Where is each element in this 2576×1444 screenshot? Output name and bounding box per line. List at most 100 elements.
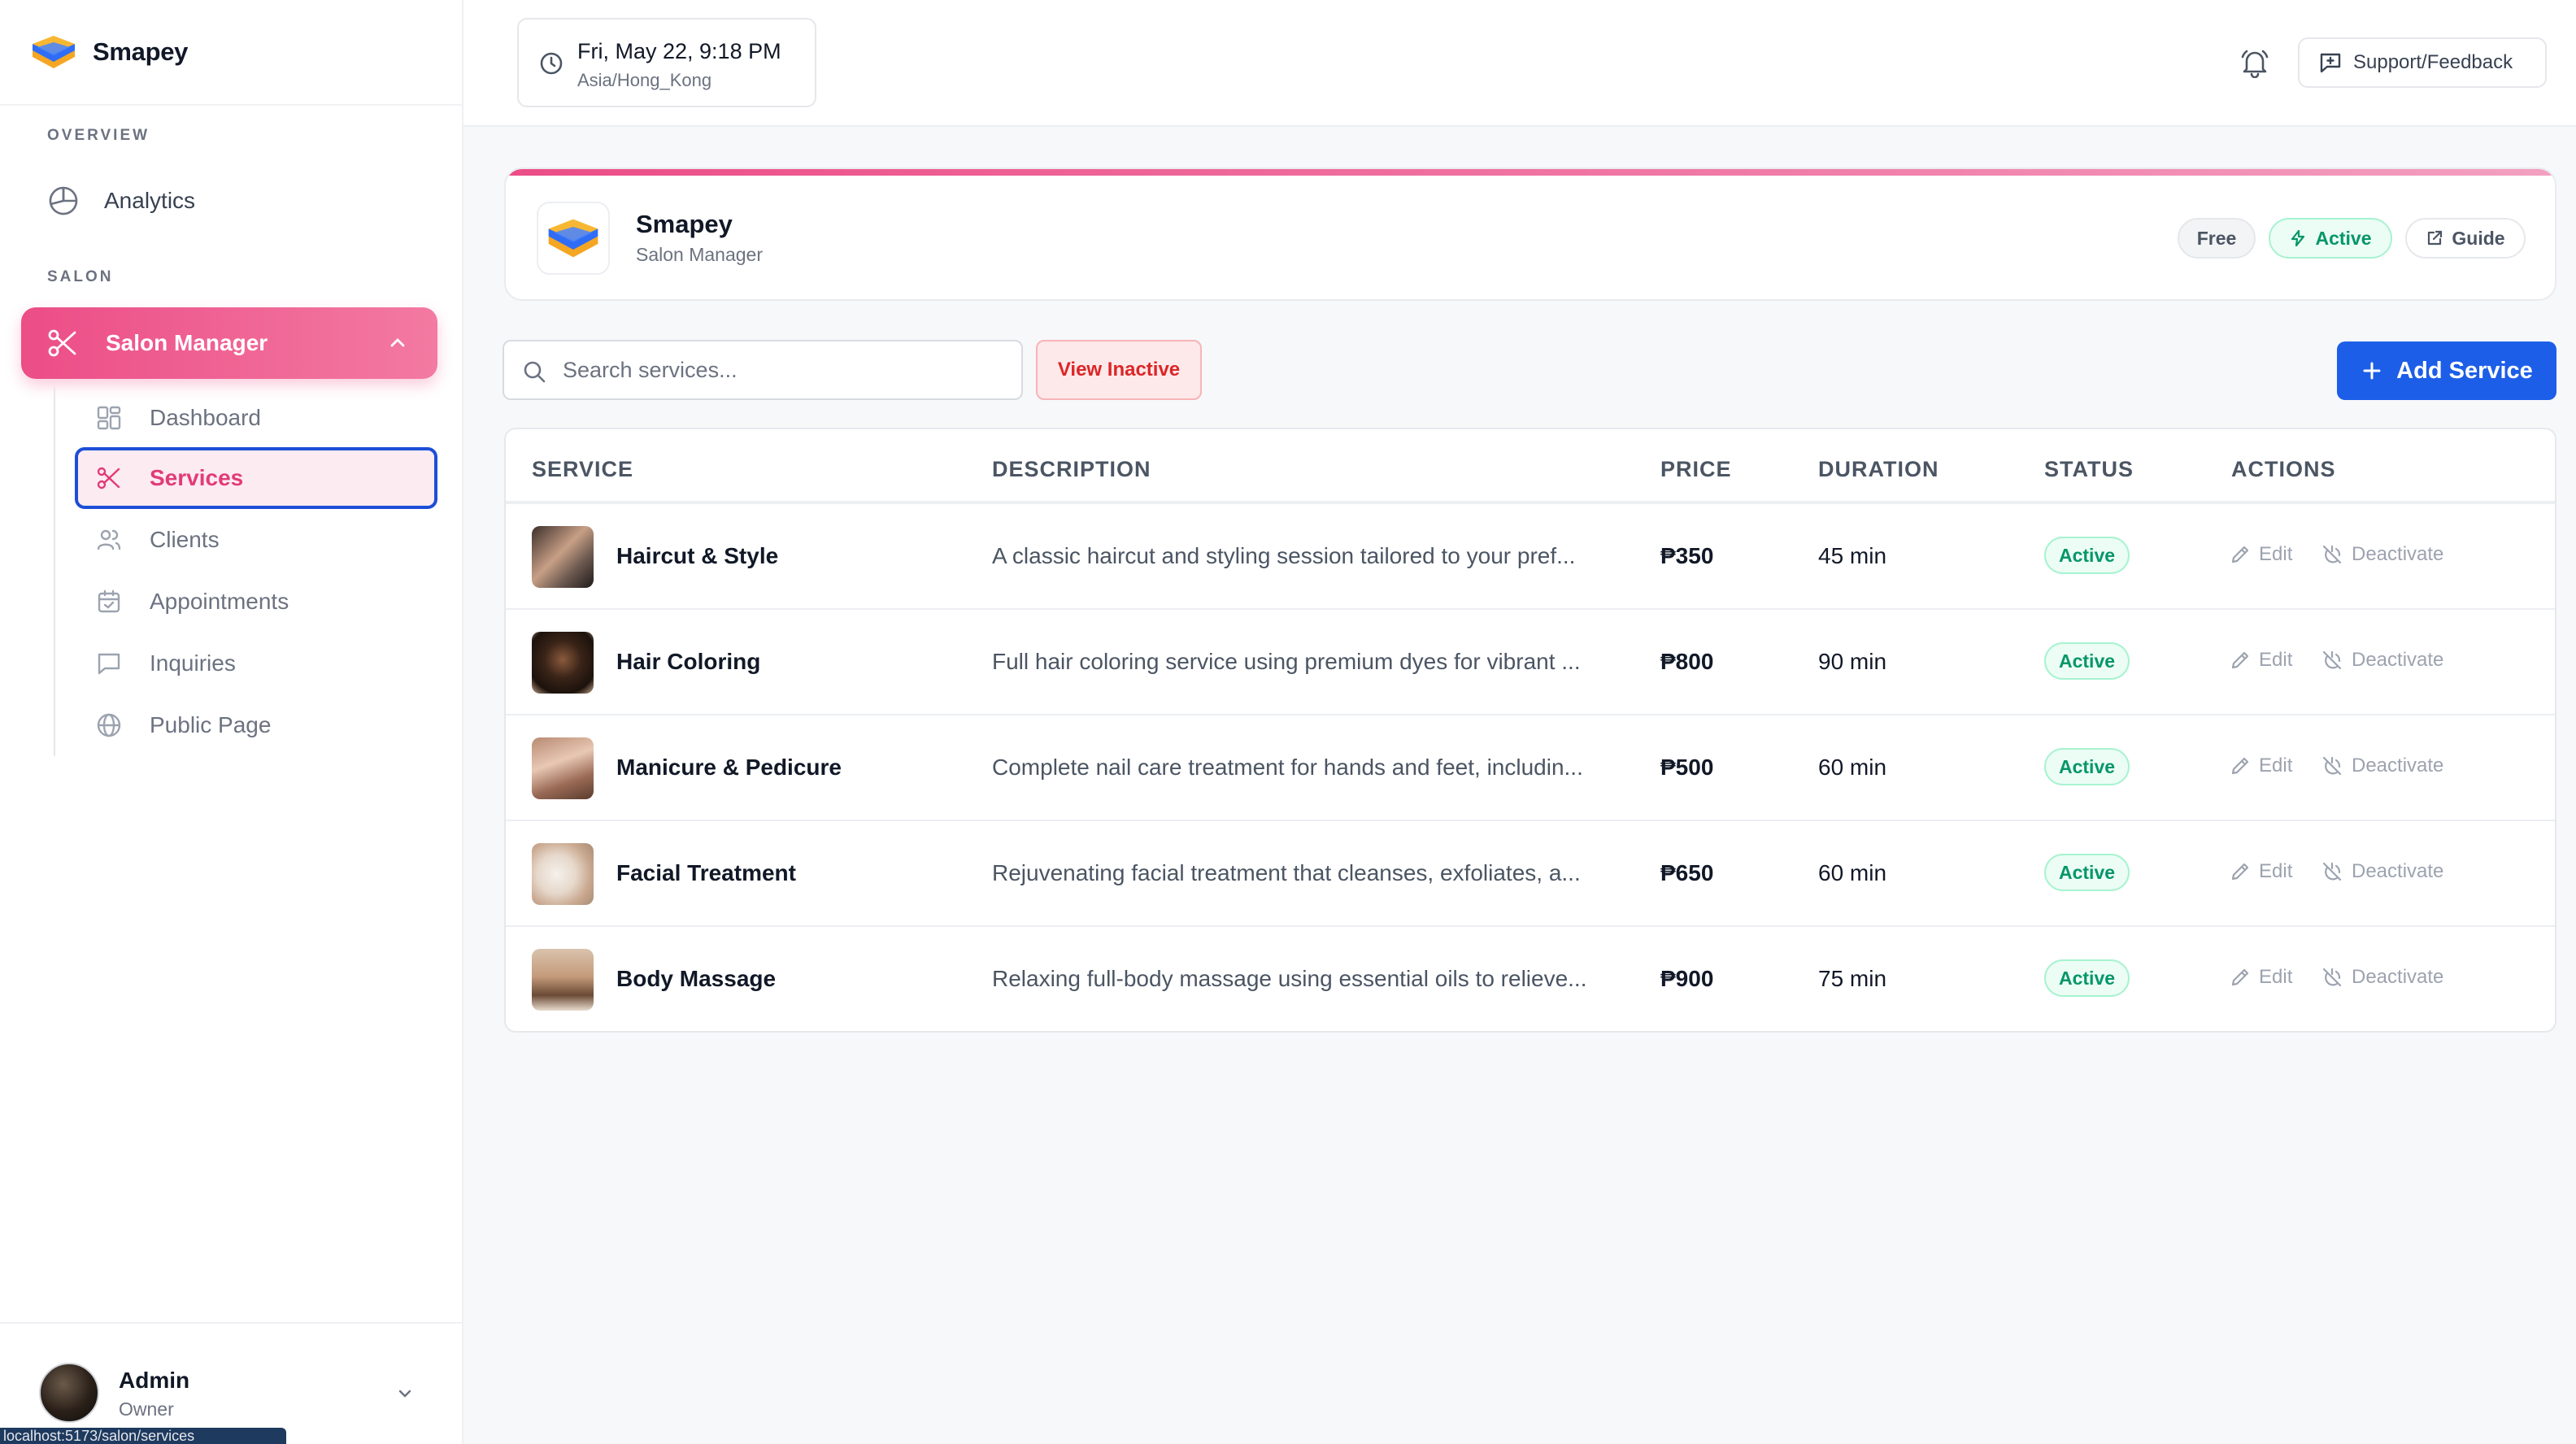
deactivate-button[interactable]: Deactivate — [2321, 649, 2443, 672]
service-thumbnail — [532, 737, 594, 799]
sidebar-item-label: Salon Manager — [106, 330, 268, 355]
current-datetime: Fri, May 22, 9:18 PM — [577, 39, 781, 63]
edit-button[interactable]: Edit — [2230, 860, 2292, 883]
pencil-icon — [2230, 861, 2251, 882]
service-price: ₱500 — [1660, 755, 1714, 780]
link-url-tooltip: localhost:5173/salon/services — [0, 1428, 286, 1444]
service-duration: 75 min — [1818, 966, 1887, 991]
service-price: ₱800 — [1660, 649, 1714, 674]
service-name: Hair Coloring — [616, 649, 761, 674]
sidebar-item-label: Analytics — [104, 188, 196, 213]
smapey-logo-icon — [546, 215, 600, 261]
message-icon — [94, 649, 124, 678]
sidebar-item-salon-manager[interactable]: Salon Manager — [21, 307, 437, 379]
service-duration: 60 min — [1818, 860, 1887, 885]
sidebar-item-label: Clients — [150, 527, 220, 552]
service-price: ₱650 — [1660, 860, 1714, 885]
service-name: Body Massage — [616, 966, 777, 991]
sidebar-item-appointments[interactable]: Appointments — [75, 571, 437, 633]
deactivate-label: Deactivate — [2352, 543, 2444, 565]
globe-icon — [94, 711, 124, 740]
service-description: Relaxing full-body massage using essenti… — [992, 966, 1587, 991]
service-name: Manicure & Pedicure — [616, 755, 842, 780]
bell-icon[interactable] — [2239, 47, 2270, 78]
users-icon — [94, 525, 124, 555]
support-feedback-button[interactable]: Support/Feedback — [2298, 37, 2547, 88]
pie-chart-icon — [47, 185, 80, 217]
deactivate-button[interactable]: Deactivate — [2321, 543, 2443, 566]
status-badge-label: Active — [2315, 227, 2372, 249]
edit-button[interactable]: Edit — [2230, 649, 2292, 672]
view-inactive-button[interactable]: View Inactive — [1036, 340, 1202, 400]
edit-button[interactable]: Edit — [2230, 543, 2292, 566]
salon-logo — [537, 202, 610, 275]
search-input[interactable] — [563, 341, 1010, 398]
chevron-down-icon[interactable] — [395, 1384, 415, 1403]
pencil-icon — [2230, 967, 2251, 988]
chevron-up-icon[interactable] — [387, 332, 408, 353]
section-label-salon: SALON — [47, 268, 114, 285]
search-box[interactable] — [503, 340, 1023, 400]
services-table: SERVICE DESCRIPTION PRICE DURATION STATU… — [504, 428, 2556, 1033]
column-header-status: STATUS — [2044, 457, 2134, 481]
support-feedback-label: Support/Feedback — [2353, 51, 2513, 73]
status-badge: Active — [2269, 218, 2392, 259]
sidebar-item-label: Services — [150, 465, 244, 490]
deactivate-button[interactable]: Deactivate — [2321, 755, 2443, 777]
brand[interactable]: Smapey — [0, 0, 462, 106]
sidebar-item-label: Public Page — [150, 712, 272, 737]
table-row[interactable]: Hair Coloring Full hair coloring service… — [506, 608, 2555, 714]
service-duration: 60 min — [1818, 755, 1887, 780]
edit-button[interactable]: Edit — [2230, 966, 2292, 989]
power-off-icon — [2321, 649, 2343, 672]
edit-button[interactable]: Edit — [2230, 755, 2292, 777]
deactivate-label: Deactivate — [2352, 649, 2444, 671]
status-badge: Active — [2044, 537, 2130, 574]
table-row[interactable]: Body Massage Relaxing full-body massage … — [506, 925, 2555, 1031]
sidebar-item-label: Inquiries — [150, 650, 236, 676]
user-name: Admin — [119, 1368, 190, 1393]
sidebar-item-services[interactable]: Services — [75, 447, 437, 509]
edit-label: Edit — [2259, 543, 2293, 565]
deactivate-label: Deactivate — [2352, 860, 2444, 882]
power-off-icon — [2321, 755, 2343, 777]
deactivate-button[interactable]: Deactivate — [2321, 860, 2443, 883]
service-price: ₱350 — [1660, 543, 1714, 568]
add-service-button[interactable]: Add Service — [2337, 341, 2556, 400]
deactivate-label: Deactivate — [2352, 755, 2444, 776]
salon-subnav: Dashboard Services Clients Appointments … — [54, 387, 444, 756]
table-row[interactable]: Facial Treatment Rejuvenating facial tre… — [506, 820, 2555, 925]
sidebar-item-public-page[interactable]: Public Page — [75, 694, 437, 756]
scissors-icon — [47, 328, 78, 359]
datetime-widget[interactable]: Fri, May 22, 9:18 PM Asia/Hong_Kong — [517, 18, 816, 107]
service-description: Rejuvenating facial treatment that clean… — [992, 860, 1581, 885]
brand-name: Smapey — [93, 37, 189, 66]
table-row[interactable]: Haircut & Style A classic haircut and st… — [506, 502, 2555, 608]
service-duration: 45 min — [1818, 543, 1887, 568]
deactivate-label: Deactivate — [2352, 966, 2444, 988]
header-accent-bar — [506, 169, 2555, 176]
status-badge: Active — [2044, 642, 2130, 680]
deactivate-button[interactable]: Deactivate — [2321, 966, 2443, 989]
service-thumbnail — [532, 949, 594, 1011]
sidebar-item-inquiries[interactable]: Inquiries — [75, 633, 437, 694]
sidebar-item-dashboard[interactable]: Dashboard — [75, 387, 437, 449]
smapey-logo-icon — [31, 33, 76, 72]
service-thumbnail — [532, 632, 594, 694]
timezone: Asia/Hong_Kong — [577, 70, 712, 90]
service-description: Complete nail care treatment for hands a… — [992, 755, 1583, 780]
search-icon — [522, 359, 546, 384]
edit-label: Edit — [2259, 755, 2293, 776]
grid-icon — [94, 403, 124, 433]
guide-button[interactable]: Guide — [2405, 218, 2526, 259]
section-label-overview: OVERVIEW — [47, 127, 150, 144]
table-row[interactable]: Manicure & Pedicure Complete nail care t… — [506, 714, 2555, 820]
column-header-description: DESCRIPTION — [992, 457, 1151, 481]
pencil-icon — [2230, 650, 2251, 671]
sidebar: Smapey OVERVIEW Analytics SALON Salon Ma… — [0, 0, 463, 1444]
sidebar-item-clients[interactable]: Clients — [75, 509, 437, 571]
user-menu[interactable]: Admin Owner — [0, 1322, 462, 1444]
status-badge: Active — [2044, 854, 2130, 891]
pencil-icon — [2230, 544, 2251, 565]
sidebar-item-analytics[interactable]: Analytics — [0, 172, 462, 229]
